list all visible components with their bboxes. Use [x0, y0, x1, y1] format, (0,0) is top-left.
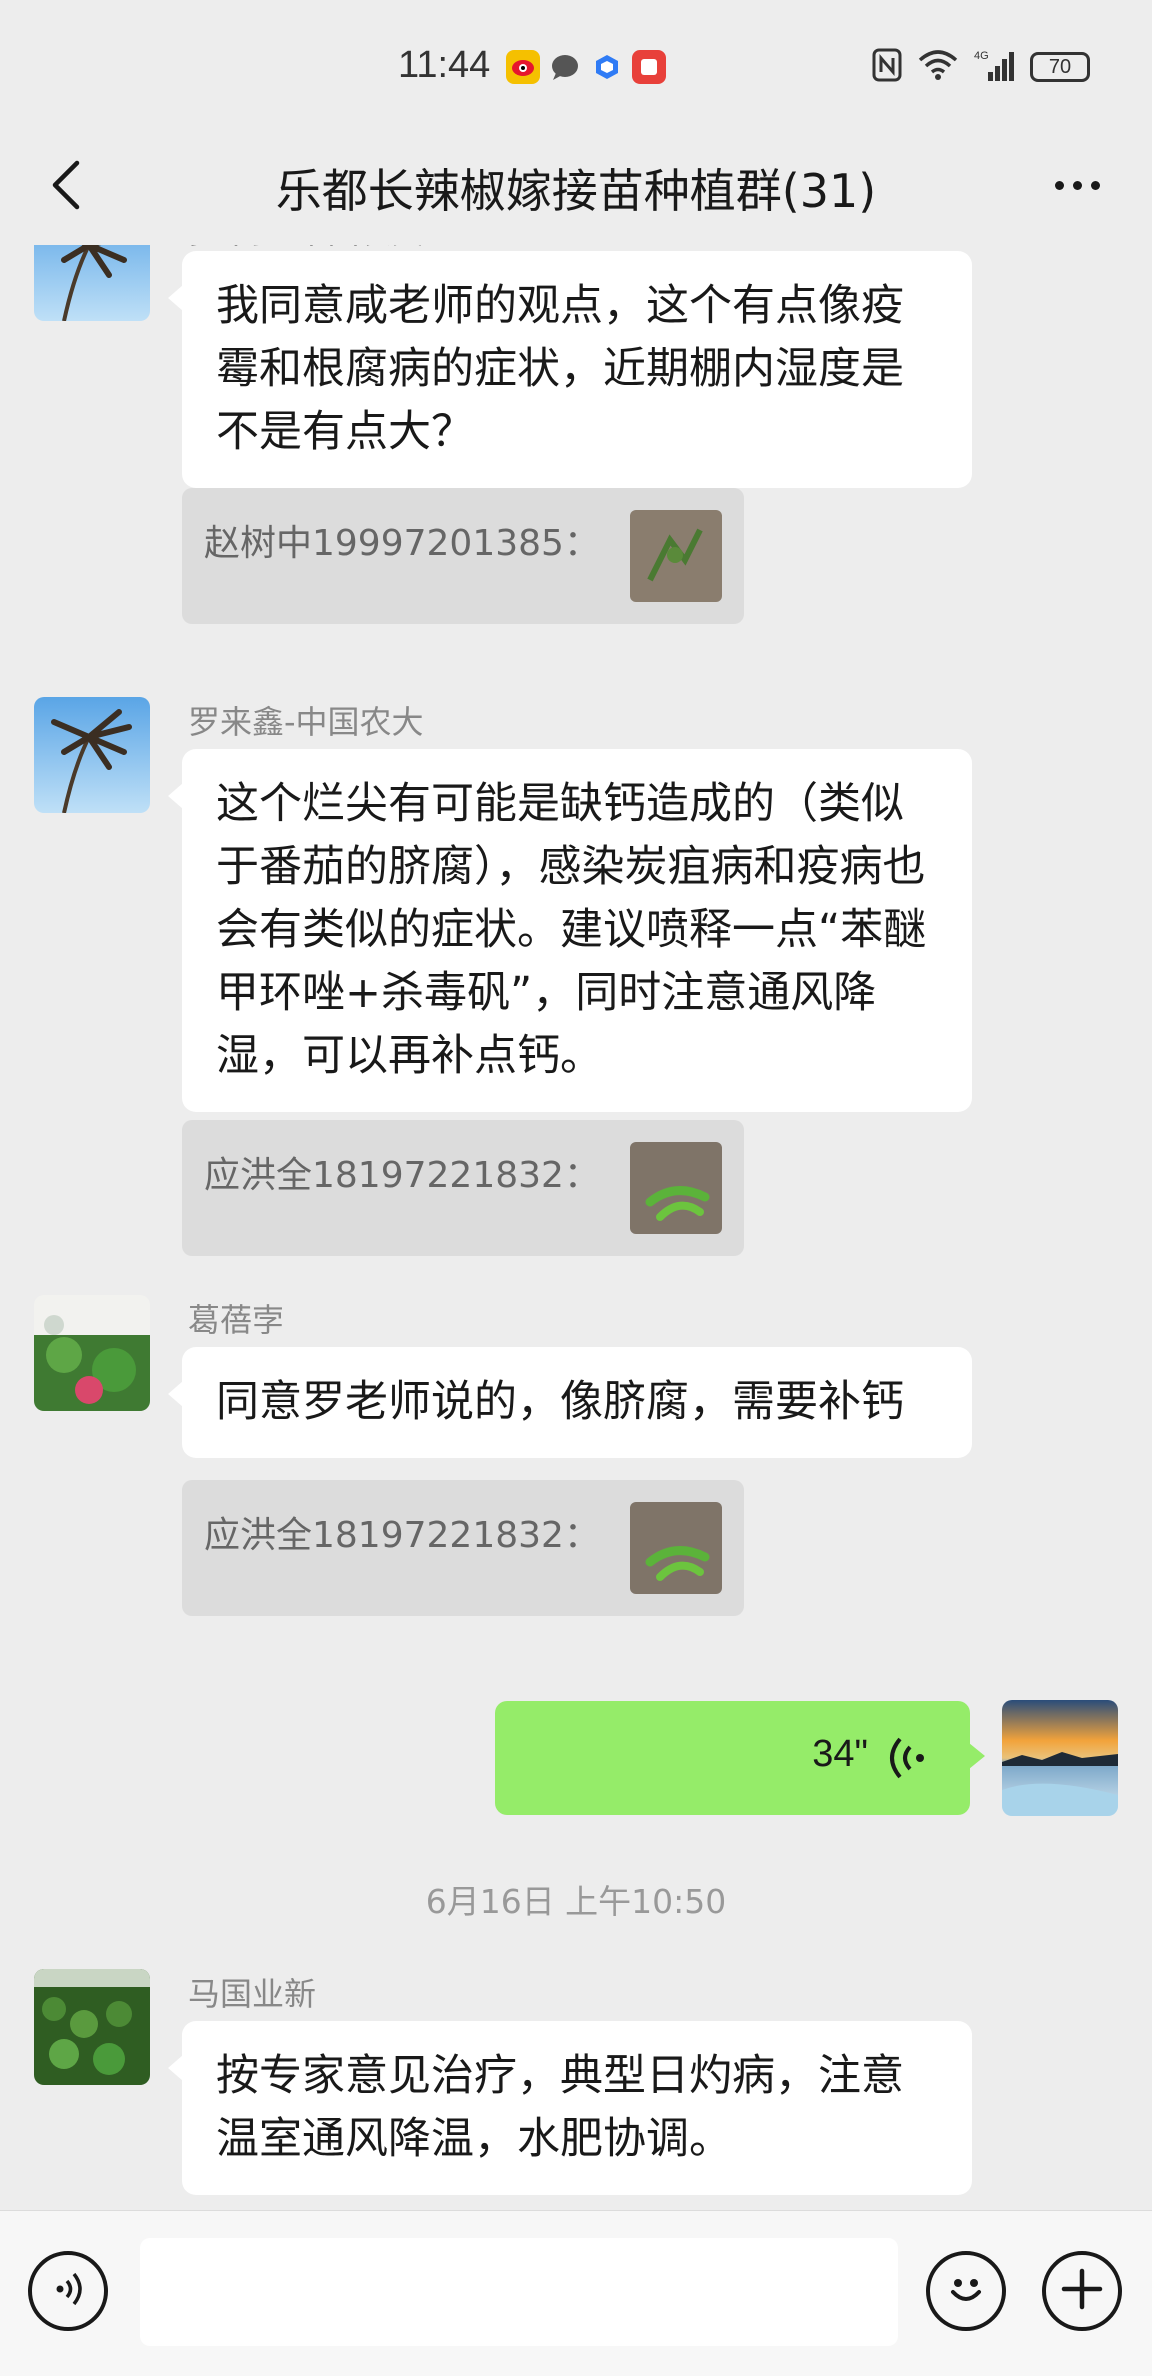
sender-name: 马国业新 — [188, 1975, 317, 2013]
plus-icon — [1060, 2267, 1104, 2315]
voice-wave-icon — [884, 1735, 930, 1781]
chat-message-list[interactable]: 罗来鑫-中国农大 我同意咸老师的观点，这个有点像疫霉和根腐病的症状，近期棚内湿度… — [0, 245, 1152, 2210]
back-button[interactable] — [36, 152, 96, 222]
sender-name: 葛蓓孛 — [188, 1301, 285, 1339]
nfc-icon — [872, 48, 902, 86]
quote-image-thumbnail[interactable] — [630, 1502, 722, 1594]
voice-message-bubble[interactable]: 34" — [495, 1701, 985, 1815]
quote-text: 应洪全18197221832： — [204, 1155, 600, 1196]
voice-input-button[interactable] — [28, 2251, 108, 2331]
sender-name: 罗来鑫-中国农大 — [188, 703, 424, 741]
quote-image-thumbnail[interactable] — [630, 510, 722, 602]
quoted-message[interactable]: 赵树中19997201385： — [182, 488, 744, 624]
message-bubble[interactable]: 这个烂尖有可能是缺钙造成的（类似于番茄的脐腐），感染炭疽病和疫病也会有类似的症状… — [168, 749, 972, 1112]
notes-icon — [632, 50, 666, 84]
avatar[interactable] — [34, 697, 150, 813]
more-button[interactable] — [1042, 160, 1112, 210]
battery-indicator: 70 — [1030, 52, 1090, 82]
wifi-icon — [918, 50, 958, 84]
self-avatar[interactable] — [1002, 1700, 1118, 1816]
chevron-left-icon — [49, 159, 83, 215]
more-dots-icon — [1054, 180, 1064, 190]
voice-duration: 34" — [812, 1733, 868, 1775]
quote-image-thumbnail[interactable] — [630, 1142, 722, 1234]
message-bubble[interactable]: 我同意咸老师的观点，这个有点像疫霉和根腐病的症状，近期棚内湿度是不是有点大？ — [168, 251, 972, 488]
svg-text:4G: 4G — [974, 50, 989, 62]
signal-4g-icon: 4G — [974, 48, 1014, 86]
quoted-message[interactable]: 应洪全18197221832： — [182, 1480, 744, 1616]
app-icon — [590, 50, 624, 84]
status-bar: 11:44 4G 70 — [0, 0, 1152, 130]
weibo-icon — [506, 50, 540, 84]
quote-text: 应洪全18197221832： — [204, 1515, 600, 1556]
input-bar — [0, 2210, 1152, 2376]
chat-title: 乐都长辣椒嫁接苗种植群(31) — [275, 163, 877, 218]
message-bubble[interactable]: 同意罗老师说的，像脐腐，需要补钙 — [168, 1347, 972, 1458]
avatar[interactable] — [34, 1295, 150, 1411]
emoji-button[interactable] — [926, 2251, 1006, 2331]
quoted-message[interactable]: 应洪全18197221832： — [182, 1120, 744, 1256]
status-time: 11:44 — [398, 44, 491, 86]
timestamp: 6月16日 上午10:50 — [425, 1882, 727, 1921]
status-right: 4G 70 — [872, 48, 1090, 86]
quote-text: 赵树中19997201385： — [204, 523, 600, 564]
voice-input-icon — [48, 2269, 88, 2313]
message-icon — [548, 50, 582, 84]
avatar[interactable] — [34, 245, 150, 321]
avatar[interactable] — [34, 1969, 150, 2085]
message-bubble[interactable]: 按专家意见治疗，典型日灼病，注意温室通风降温，水肥协调。 — [168, 2021, 972, 2195]
emoji-icon — [941, 2264, 991, 2318]
plus-button[interactable] — [1042, 2251, 1122, 2331]
message-input[interactable] — [140, 2238, 898, 2346]
chat-header: 乐都长辣椒嫁接苗种植群(31) — [0, 130, 1152, 245]
